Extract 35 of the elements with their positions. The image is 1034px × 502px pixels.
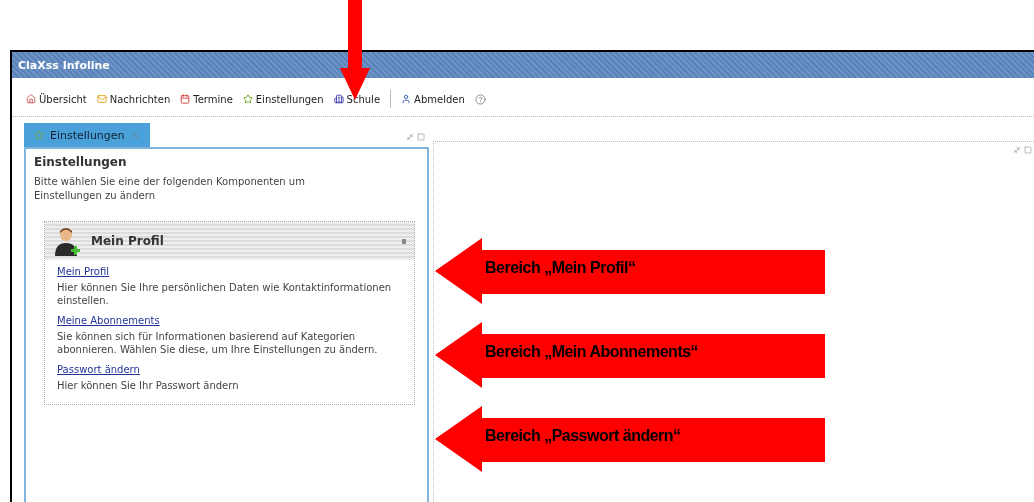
card-title: Mein Profil [91,234,164,248]
panel-heading: Einstellungen [34,155,128,169]
toolbar-button[interactable]: Einstellungen [242,93,324,105]
help-icon[interactable] [474,93,486,105]
intro-text: Bitte wählen Sie eine der folgenden Komponenten um Einstellungen zu ändern [34,175,306,203]
maximize-icon[interactable] [417,133,425,141]
settings-link[interactable]: Passwort ändern [57,364,402,375]
toolbar-icon [180,94,191,104]
person-icon [53,226,83,256]
callout-label: Bereich „Mein Abonnements“ [485,343,699,361]
toolbar-button[interactable]: Nachrichten [96,93,171,105]
toolbar-icon [242,94,253,104]
settings-link[interactable]: Meine Abonnements [57,315,402,326]
minimize-icon[interactable] [406,133,414,141]
toolbar-icon [401,94,412,104]
close-icon[interactable] [130,130,140,140]
callout-label: Bereich „Passwort ändern“ [485,427,681,445]
settings-tab[interactable]: Einstellungen [24,123,150,147]
collapse-icon[interactable] [402,238,406,244]
settings-link[interactable]: Mein Profil [57,266,402,277]
maximize-icon[interactable] [1024,146,1032,154]
link-description: Hier können Sie Ihre persönlichen Daten wie Kontaktinformationen einstellen. [57,281,393,307]
toolbar-icon [333,94,344,104]
link-description: Hier können Sie Ihr Passwort ändern [57,379,240,392]
toolbar-button[interactable]: Termine [180,93,233,105]
toolbar-button[interactable]: Abmelden [401,93,465,105]
toolbar-icon [96,94,107,104]
window-title: ClaXss Infoline [18,58,110,72]
star-icon [34,130,44,140]
minimize-icon[interactable] [1013,146,1021,154]
link-description: Sie können sich für Informationen basierend auf Kategorien abonnieren. Wählen Sie diese, um Ihre Einstellungen zu ändern. [57,330,379,356]
toolbar-button[interactable]: Schule [333,93,381,105]
callout-label: Bereich „Mein Profil“ [485,259,636,277]
toolbar-icon [26,94,36,104]
toolbar-button[interactable]: Übersicht [26,93,87,105]
